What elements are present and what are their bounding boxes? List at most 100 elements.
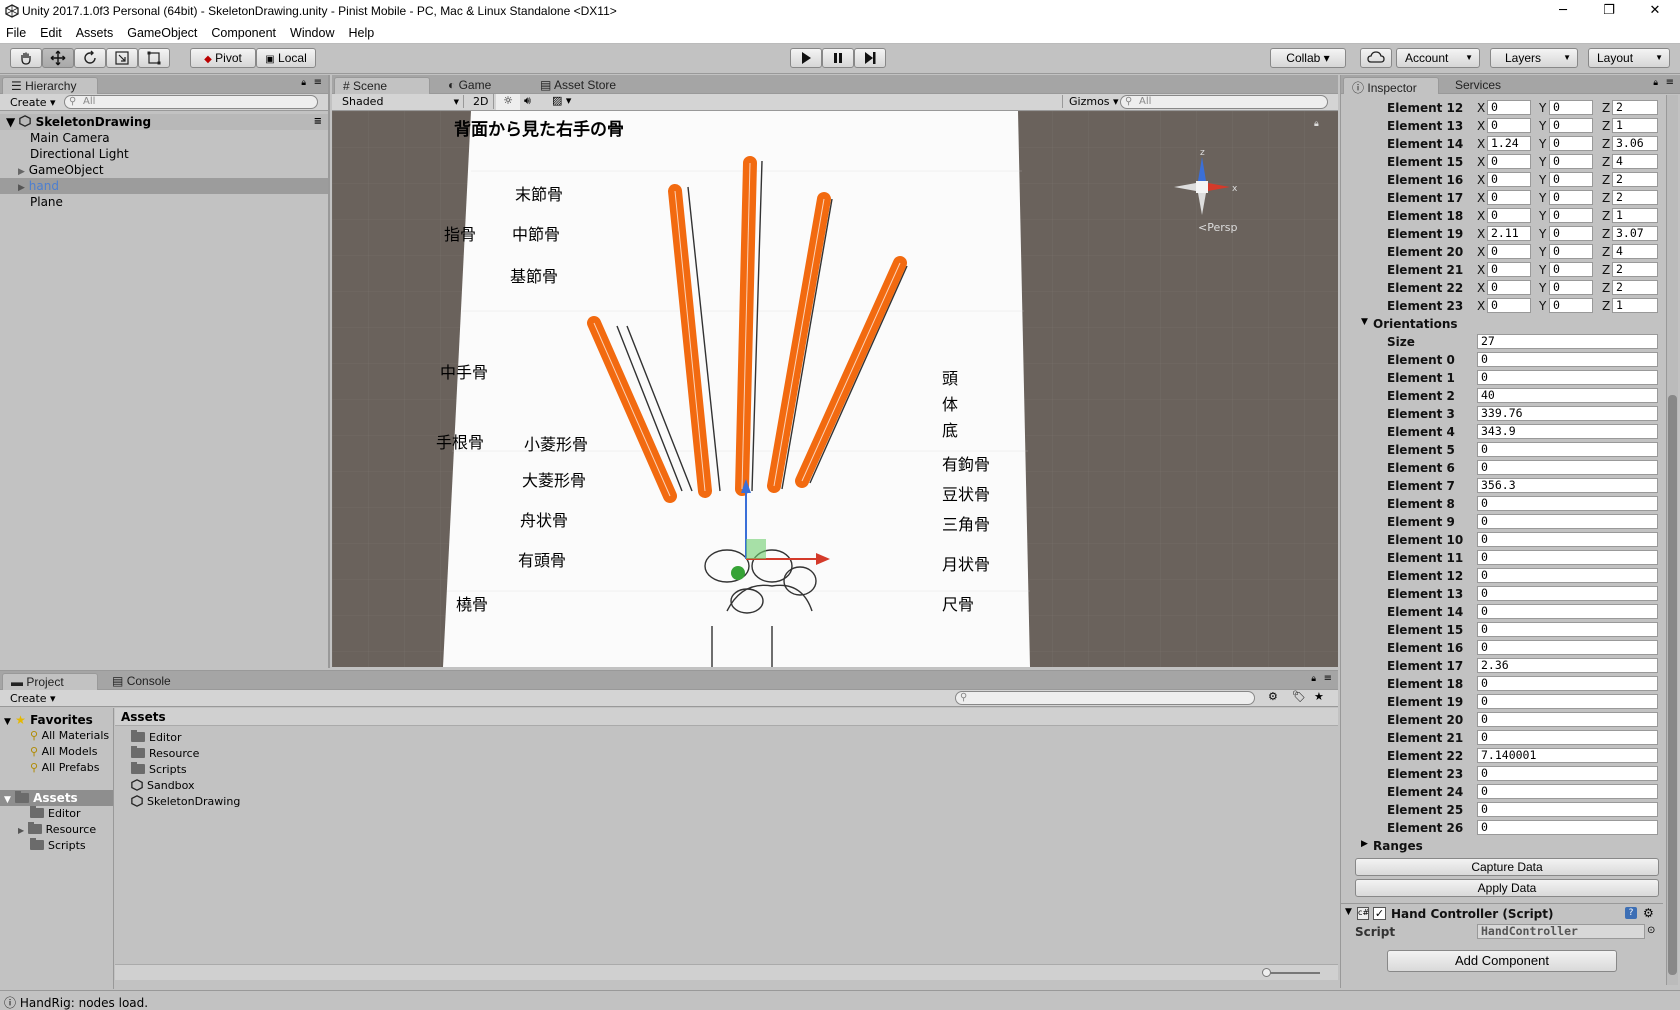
favorite-all-materials[interactable]: ⚲ All Materials [30, 728, 109, 744]
move-tool-button[interactable] [42, 48, 74, 68]
pause-button[interactable] [822, 48, 854, 68]
favorite-star-icon[interactable]: ★ [1314, 690, 1324, 703]
effects-dropdown-icon[interactable]: ▨ ▾ [552, 94, 571, 107]
z-field[interactable]: 4 [1612, 154, 1658, 169]
tab-scene[interactable]: # Scene [334, 77, 430, 94]
asset-folder-resource[interactable]: Resource [131, 746, 199, 762]
collab-button[interactable]: Collab ▾ [1270, 48, 1346, 68]
tab-game[interactable]: ◐ Game [440, 77, 499, 94]
help-icon[interactable]: ? [1625, 907, 1637, 919]
x-field[interactable]: 2.11 [1487, 226, 1531, 241]
y-field[interactable]: 0 [1549, 244, 1593, 259]
hierarchy-search-input[interactable]: ⚲ All [64, 95, 318, 109]
tab-inspector[interactable]: ⓘ Inspector [1343, 77, 1439, 95]
menu-gameobject[interactable]: GameObject [121, 24, 205, 40]
y-field[interactable]: 0 [1549, 172, 1593, 187]
favorites-header[interactable]: ▼ ★ Favorites [4, 712, 93, 728]
orientation-field[interactable]: 0 [1477, 352, 1658, 367]
orientation-field[interactable]: 7.140001 [1477, 748, 1658, 763]
orientation-field[interactable]: 0 [1477, 550, 1658, 565]
orientation-field[interactable]: 0 [1477, 712, 1658, 727]
lock-icon[interactable]: 🔒︎ [1653, 78, 1658, 88]
tab-project[interactable]: ▬ Project [2, 673, 98, 690]
orientation-field[interactable]: 0 [1477, 676, 1658, 691]
orientation-field[interactable]: 0 [1477, 586, 1658, 601]
lighting-toggle-icon[interactable]: ☼ [496, 94, 520, 110]
x-field[interactable]: 0 [1487, 280, 1531, 295]
hand-tool-button[interactable] [10, 48, 42, 68]
favorite-all-models[interactable]: ⚲ All Models [30, 744, 97, 760]
rotate-tool-button[interactable] [74, 48, 106, 68]
minimize-button[interactable]: ─ [1540, 0, 1586, 24]
x-field[interactable]: 0 [1487, 118, 1531, 133]
y-field[interactable]: 0 [1549, 118, 1593, 133]
z-field[interactable]: 2 [1612, 100, 1658, 115]
project-create-dropdown[interactable]: Create ▾ [10, 692, 56, 705]
object-picker-icon[interactable]: ⊙ [1647, 925, 1655, 936]
orientation-field[interactable]: 0 [1477, 568, 1658, 583]
icon-size-slider[interactable] [1262, 968, 1320, 977]
orientation-field[interactable]: 0 [1477, 640, 1658, 655]
pivot-toggle[interactable]: ◆ Pivot [190, 48, 256, 68]
layers-dropdown[interactable]: Layers ▼ [1490, 48, 1578, 68]
x-field[interactable]: 0 [1487, 262, 1531, 277]
panel-menu-icon[interactable]: ≡ [1666, 77, 1674, 88]
x-field[interactable]: 1.24 [1487, 136, 1531, 151]
gizmos-dropdown[interactable]: Gizmos ▾ [1062, 95, 1119, 108]
tree-folder-scripts[interactable]: Scripts [30, 838, 86, 854]
tab-hierarchy[interactable]: ☰ Hierarchy [2, 77, 98, 94]
scene-viewport[interactable]: z x 背面から見た右手の骨 末節骨 中節骨 基節骨 指骨 中手骨 手根骨 小菱… [332, 111, 1338, 667]
y-field[interactable]: 0 [1549, 154, 1593, 169]
project-search-input[interactable]: ⚲ [955, 691, 1255, 705]
orientation-field[interactable]: 0 [1477, 532, 1658, 547]
hierarchy-item-main-camera[interactable]: Main Camera [30, 130, 110, 146]
y-field[interactable]: 0 [1549, 298, 1593, 313]
account-dropdown[interactable]: Account ▼ [1396, 48, 1480, 68]
y-field[interactable]: 0 [1549, 190, 1593, 205]
orientation-field[interactable]: 0 [1477, 460, 1658, 475]
play-button[interactable] [790, 48, 822, 68]
y-field[interactable]: 0 [1549, 262, 1593, 277]
persp-label[interactable]: <Persp [1198, 221, 1237, 234]
asset-scene-skeletondrawing[interactable]: SkeletonDrawing [131, 794, 240, 810]
close-button[interactable]: ✕ [1632, 0, 1678, 24]
x-field[interactable]: 0 [1487, 298, 1531, 313]
x-field[interactable]: 0 [1487, 244, 1531, 259]
assets-root[interactable]: ▼ Assets [0, 790, 113, 806]
gear-icon[interactable]: ⚙ [1643, 906, 1654, 920]
x-field[interactable]: 0 [1487, 100, 1531, 115]
x-field[interactable]: 0 [1487, 208, 1531, 223]
local-toggle[interactable]: ▣ Local [256, 48, 316, 68]
2d-toggle[interactable]: 2D [468, 94, 495, 109]
orientation-field[interactable]: 339.76 [1477, 406, 1658, 421]
layout-dropdown[interactable]: Layout ▼ [1588, 48, 1670, 68]
orientation-field[interactable]: 0 [1477, 784, 1658, 799]
z-field[interactable]: 3.07 [1612, 226, 1658, 241]
orientation-field[interactable]: 356.3 [1477, 478, 1658, 493]
orientation-field[interactable]: 0 [1477, 442, 1658, 457]
y-field[interactable]: 0 [1549, 100, 1593, 115]
orientation-field[interactable]: 0 [1477, 730, 1658, 745]
tab-console[interactable]: ▤ Console [104, 673, 179, 690]
assets-breadcrumb[interactable]: Assets [115, 708, 1338, 726]
y-field[interactable]: 0 [1549, 226, 1593, 241]
size-field[interactable]: 27 [1477, 334, 1658, 349]
lock-icon[interactable]: 🔒︎ [1311, 674, 1316, 684]
component-enabled-checkbox[interactable]: ✓ [1373, 907, 1386, 920]
z-field[interactable]: 1 [1612, 208, 1658, 223]
menu-edit[interactable]: Edit [34, 24, 70, 40]
orientation-field[interactable]: 0 [1477, 496, 1658, 511]
create-dropdown[interactable]: Create ▾ [10, 96, 56, 109]
asset-folder-scripts[interactable]: Scripts [131, 762, 187, 778]
panel-menu-icon[interactable]: ≡ [314, 77, 322, 88]
scale-tool-button[interactable] [106, 48, 138, 68]
orientation-field[interactable]: 0 [1477, 820, 1658, 835]
z-field[interactable]: 2 [1612, 262, 1658, 277]
menu-window[interactable]: Window [284, 24, 342, 40]
orientation-field[interactable]: 0 [1477, 370, 1658, 385]
tree-folder-resource[interactable]: ▶ Resource [18, 822, 96, 838]
inspector-scrollbar[interactable] [1666, 95, 1678, 985]
capture-data-button[interactable]: Capture Data [1355, 858, 1659, 876]
expand-arrow-icon[interactable]: ▶ [18, 167, 25, 177]
hierarchy-item-directional-light[interactable]: Directional Light [30, 146, 129, 162]
